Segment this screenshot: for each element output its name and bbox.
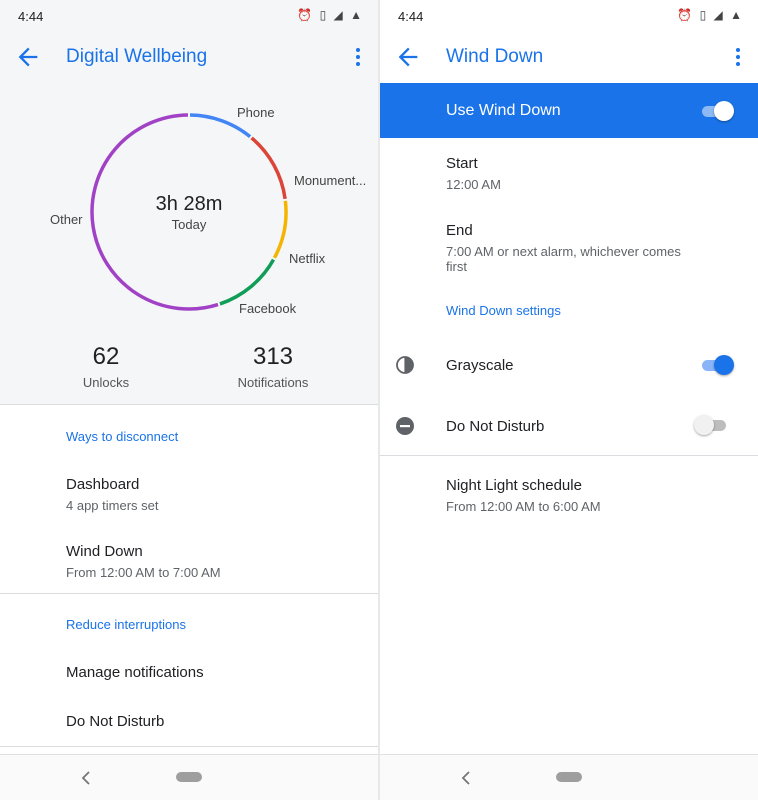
page-title: Wind Down [446, 46, 544, 67]
status-icons: ⏰ ▯ ◢ ▲ [677, 8, 744, 22]
status-time: 4:44 [398, 9, 424, 24]
chart-label-monument: Monument... [294, 173, 367, 188]
notifications-count: 313 [252, 343, 294, 370]
do-not-disturb-item[interactable]: Do Not Disturb [66, 713, 362, 730]
divider [0, 593, 378, 594]
wind-down-settings-link[interactable]: Wind Down settings [446, 303, 561, 318]
grayscale-toggle[interactable] [700, 355, 734, 375]
divider [380, 455, 758, 456]
divider [0, 746, 378, 747]
chart-label-phone: Phone [237, 105, 275, 120]
chart-label-netflix: Netflix [289, 251, 326, 266]
unlocks-label: Unlocks [82, 375, 130, 390]
donut-slice-monument[interactable] [250, 136, 287, 200]
grayscale-row[interactable]: Grayscale [446, 357, 742, 374]
nav-back-icon[interactable] [78, 769, 94, 787]
use-wind-down-label: Use Wind Down [446, 102, 561, 119]
section-header-reduce-interruptions: Reduce interruptions [66, 617, 186, 632]
wind-down-summary: From 12:00 AM to 7:00 AM [66, 565, 221, 580]
page-title: Digital Wellbeing [66, 46, 208, 67]
nav-home-pill[interactable] [556, 772, 582, 782]
status-bar: 4:44 ⏰ ▯ ◢ ▲ [380, 0, 758, 32]
toggle-thumb [694, 415, 714, 435]
status-time: 4:44 [18, 9, 44, 24]
moon-icon [400, 485, 408, 501]
dashboard-title: Dashboard [66, 476, 140, 493]
nav-home-pill[interactable] [176, 772, 202, 782]
manage-notifications-label: Manage notifications [66, 664, 204, 681]
app-bar: Digital Wellbeing [0, 32, 378, 82]
system-nav-bar [380, 754, 758, 800]
digital-wellbeing-screen: 4:44 ⏰ ▯ ◢ ▲ Digital Wellbeing Phone Mon… [0, 0, 378, 800]
more-options-icon[interactable] [348, 45, 368, 69]
app-bar: Wind Down [380, 32, 758, 82]
screen-time-total: 3h 28m [155, 193, 223, 215]
start-time-item[interactable]: Start 12:00 AM [446, 155, 742, 192]
notifications-stat[interactable]: 313 Notifications [213, 343, 333, 390]
more-options-icon[interactable] [728, 45, 748, 69]
back-arrow-icon[interactable] [394, 43, 422, 71]
chart-label-other: Other [50, 212, 83, 227]
system-nav-bar [0, 754, 378, 800]
status-icons: ⏰ ▯ ◢ ▲ [297, 8, 364, 22]
dashboard-summary-text: 4 app timers set [66, 498, 159, 513]
use-wind-down-toggle[interactable] [700, 101, 734, 121]
dashboard-item[interactable]: Dashboard 4 app timers set [66, 476, 362, 513]
status-bar: 4:44 ⏰ ▯ ◢ ▲ [0, 0, 378, 32]
chart-label-facebook: Facebook [239, 301, 297, 316]
manage-notifications-item[interactable]: Manage notifications [66, 664, 362, 681]
end-value: 7:00 AM or next alarm, whichever comes f… [446, 244, 681, 274]
start-title: Start [446, 155, 478, 172]
wind-down-screen: 4:44 ⏰ ▯ ◢ ▲ Wind Down Use Wind Down Sta… [380, 0, 758, 800]
toggle-thumb [714, 101, 734, 121]
toggle-thumb [714, 355, 734, 375]
night-light-title: Night Light schedule [446, 477, 582, 494]
unlocks-count: 62 [92, 343, 120, 370]
do-not-disturb-label: Do Not Disturb [66, 713, 165, 730]
end-title: End [446, 222, 473, 239]
grayscale-label: Grayscale [446, 357, 514, 374]
section-header-ways-to-disconnect: Ways to disconnect [66, 429, 179, 444]
do-not-disturb-icon [396, 417, 414, 435]
wind-down-title: Wind Down [66, 543, 143, 560]
night-light-value: From 12:00 AM to 6:00 AM [446, 499, 601, 514]
wind-down-item[interactable]: Wind Down From 12:00 AM to 7:00 AM [66, 543, 362, 580]
start-value: 12:00 AM [446, 177, 501, 192]
nav-back-icon[interactable] [458, 769, 474, 787]
screen-time-period: Today [171, 217, 207, 232]
do-not-disturb-toggle[interactable] [694, 415, 728, 435]
night-light-schedule-item[interactable]: Night Light schedule From 12:00 AM to 6:… [446, 477, 742, 514]
end-time-item[interactable]: End 7:00 AM or next alarm, whichever com… [446, 222, 698, 274]
grayscale-icon [396, 356, 414, 374]
use-wind-down-banner[interactable]: Use Wind Down [380, 83, 758, 138]
unlocks-stat[interactable]: 62 Unlocks [46, 343, 166, 390]
back-arrow-icon[interactable] [14, 43, 42, 71]
notifications-label: Notifications [237, 375, 309, 390]
donut-slice-facebook[interactable] [219, 258, 276, 306]
